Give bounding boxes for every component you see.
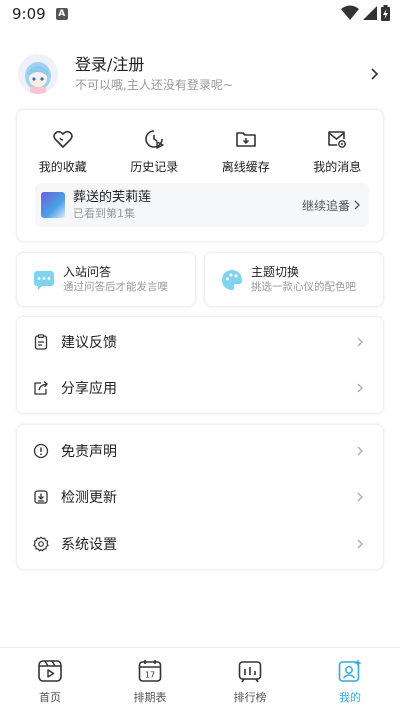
chat-icon (34, 270, 54, 290)
theme-title: 主题切换 (251, 265, 300, 279)
bottom-navigation: 首页 17 排期表 排行榜 我的 (0, 647, 400, 711)
status-bar: 9:09 A (0, 0, 400, 28)
continue-watching-button[interactable]: 继续追番 (302, 197, 361, 214)
chevron-right-icon (371, 68, 379, 80)
tab-ranking[interactable]: 排行榜 (200, 648, 300, 711)
history-button[interactable]: 历史记录 (114, 128, 194, 175)
wifi-icon (341, 5, 359, 20)
tab-home-label: 首页 (39, 691, 61, 704)
login-title: 登录/注册 (75, 55, 145, 74)
share-app-row[interactable]: 分享应用 (17, 365, 383, 411)
tab-schedule-label: 排期表 (133, 691, 167, 704)
notification-badge: A (55, 8, 68, 20)
tab-ranking-label: 排行榜 (233, 691, 267, 704)
qa-subtitle: 通过问答后才能发言噢 (63, 281, 168, 293)
anime-title: 葬送的芙莉莲 (73, 190, 152, 205)
anime-cover-thumbnail (41, 192, 65, 218)
status-time: 9:09 (12, 5, 46, 23)
continue-watching-bar[interactable]: 葬送的芙莉莲 已看到第1集 继续追番 (35, 183, 369, 227)
login-subtitle: 不可以哦,主人还没有登录呢~ (75, 78, 233, 92)
history-icon (145, 130, 164, 149)
chevron-right-icon (357, 337, 363, 347)
favorites-button[interactable]: 我的收藏 (23, 128, 103, 175)
signal-icon (363, 6, 377, 20)
chevron-right-icon (357, 539, 363, 549)
theme-card[interactable]: 主题切换 挑选一款心仪的配色吧 (204, 252, 384, 307)
user-sparkle-icon (338, 659, 362, 682)
tab-mine-label: 我的 (339, 691, 361, 704)
ranking-icon (238, 661, 262, 683)
qa-title: 入站问答 (63, 265, 112, 279)
calendar-day: 17 (145, 671, 155, 680)
system-settings-row[interactable]: 系统设置 (17, 521, 383, 567)
chevron-right-icon (354, 200, 360, 210)
offline-cache-button[interactable]: 离线缓存 (206, 128, 286, 175)
feedback-row[interactable]: 建议反馈 (17, 319, 383, 365)
theme-subtitle: 挑选一款心仪的配色吧 (251, 281, 356, 293)
anime-avatar-icon (18, 54, 58, 94)
share-app-label: 分享应用 (61, 381, 117, 397)
offline-cache-label: 离线缓存 (221, 160, 270, 174)
chevron-right-icon (357, 446, 363, 456)
info-circle-icon (33, 443, 49, 459)
calendar-icon: 17 (138, 660, 162, 682)
download-box-icon (34, 490, 48, 504)
disclaimer-label: 免责声明 (61, 444, 117, 460)
tab-home[interactable]: 首页 (0, 648, 100, 711)
check-update-row[interactable]: 检测更新 (17, 474, 383, 520)
gear-icon (33, 536, 49, 552)
tab-mine[interactable]: 我的 (300, 648, 400, 711)
tab-schedule[interactable]: 17 排期表 (100, 648, 200, 711)
share-icon (34, 381, 48, 395)
heart-icon (52, 130, 73, 148)
folder-download-icon (235, 132, 256, 147)
qa-card[interactable]: 入站问答 通过问答后才能发言噢 (16, 252, 196, 307)
favorites-label: 我的收藏 (38, 160, 87, 174)
messages-button[interactable]: 我的消息 (297, 128, 377, 175)
continue-watching-label: 继续追番 (301, 198, 350, 213)
chevron-right-icon (357, 383, 363, 393)
disclaimer-row[interactable]: 免责声明 (17, 428, 383, 474)
menu-card-feedback-share: 建议反馈 分享应用 (16, 316, 384, 414)
menu-card-system: 免责声明 检测更新 系统设置 (16, 424, 384, 570)
quick-actions-card: 我的收藏 历史记录 离线缓存 我的消息 葬送的芙莉莲 已看到第1集 继续追番 (16, 109, 384, 242)
video-play-icon (38, 660, 62, 682)
battery-icon (381, 5, 390, 21)
login-header[interactable]: 登录/注册 不可以哦,主人还没有登录呢~ (18, 50, 382, 98)
palette-icon (222, 269, 242, 290)
messages-label: 我的消息 (313, 160, 362, 174)
watch-progress: 已看到第1集 (73, 207, 135, 220)
check-update-label: 检测更新 (61, 490, 117, 506)
system-settings-label: 系统设置 (61, 537, 117, 553)
history-label: 历史记录 (130, 160, 179, 174)
feedback-label: 建议反馈 (61, 335, 117, 351)
chevron-right-icon (357, 492, 363, 502)
status-icons (341, 5, 390, 21)
mail-icon (328, 131, 347, 148)
avatar[interactable] (18, 54, 58, 94)
clipboard-icon (34, 334, 48, 350)
